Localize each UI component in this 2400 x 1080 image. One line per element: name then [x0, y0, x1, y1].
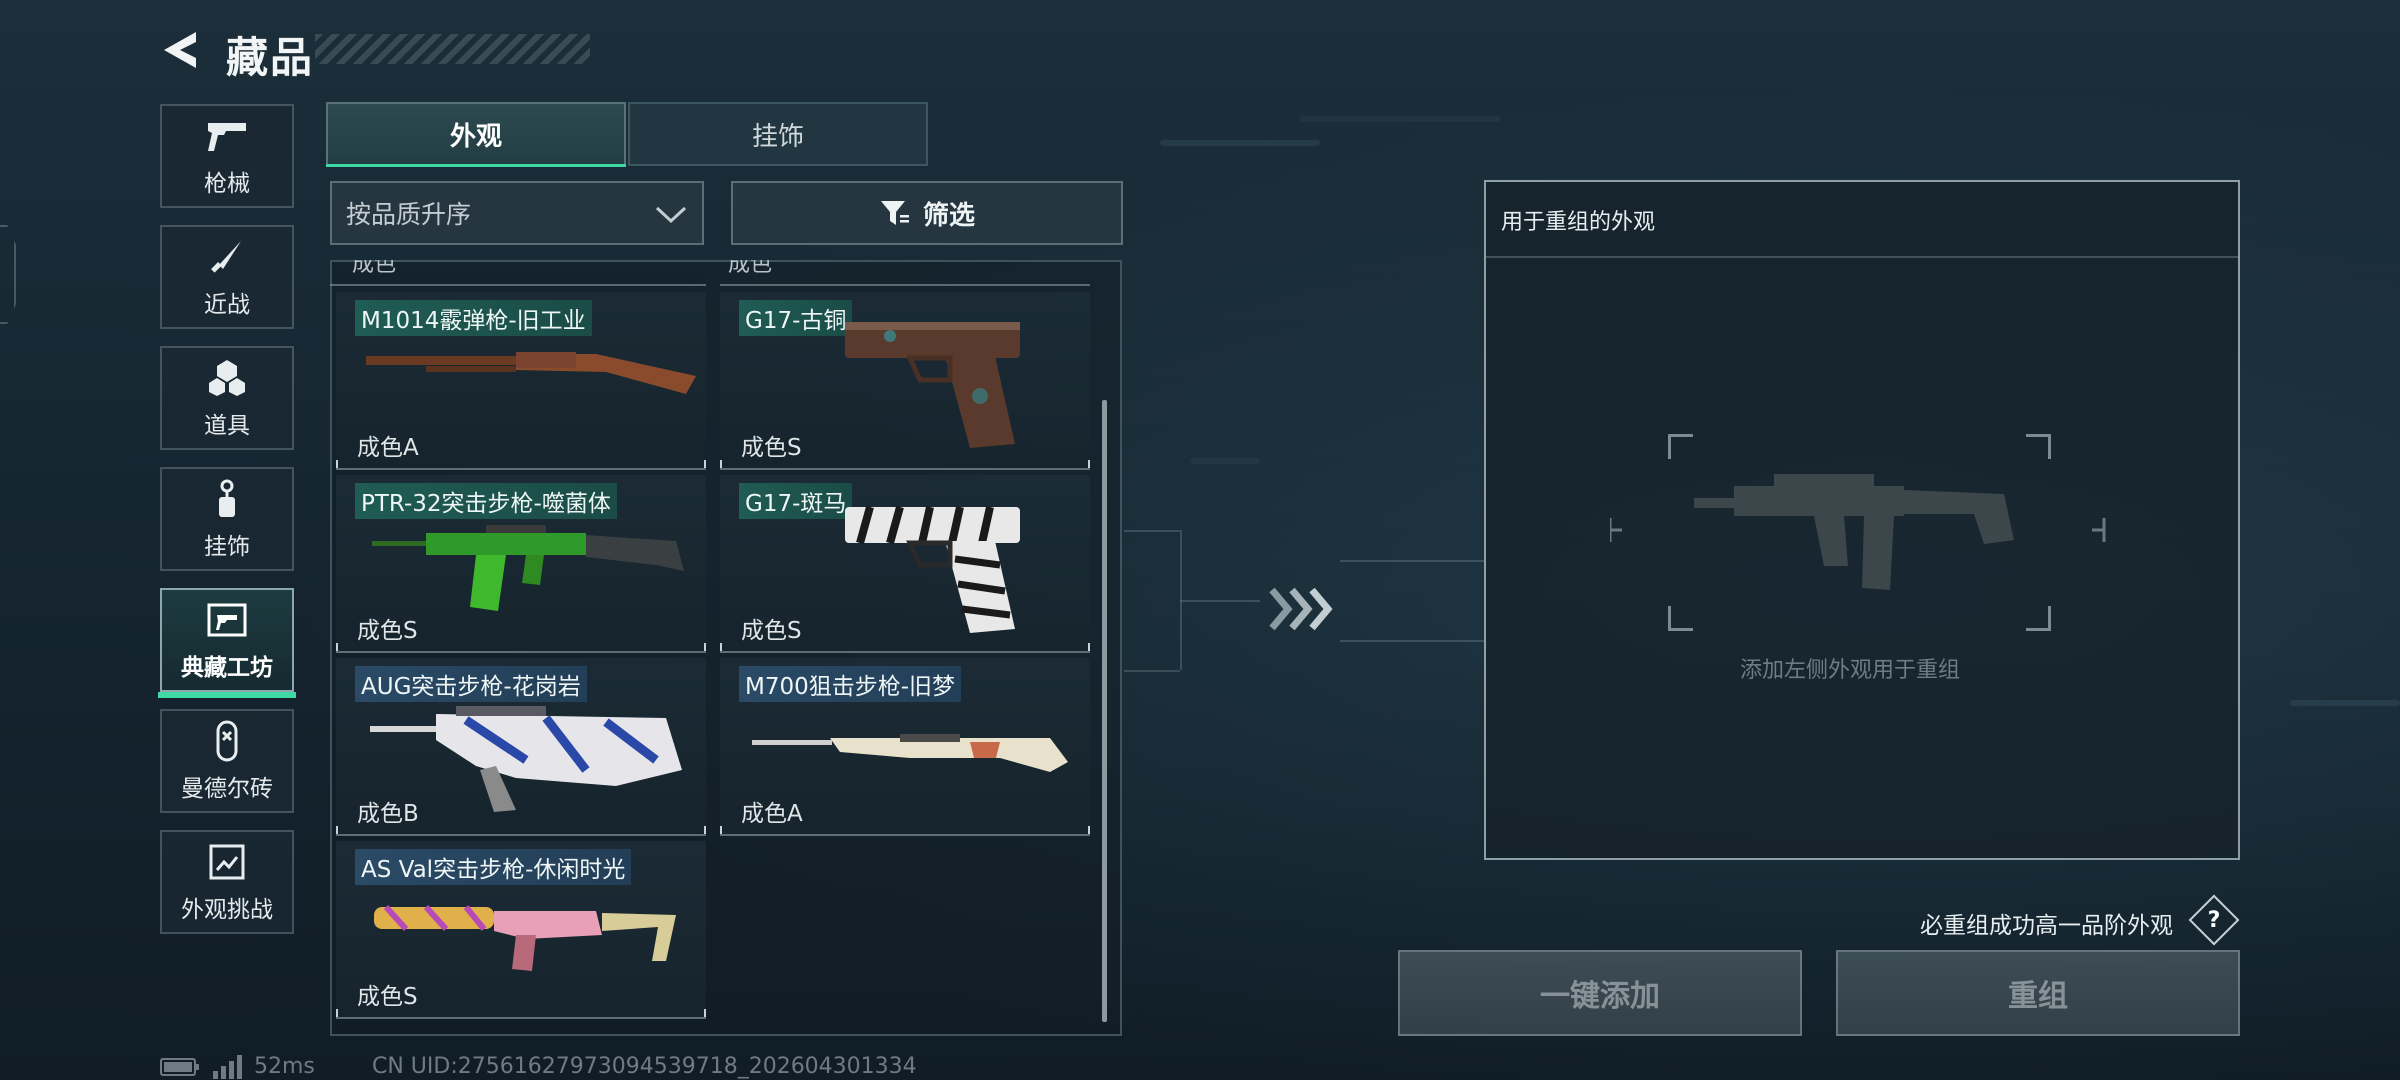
category-workshop[interactable]: 典藏工坊: [160, 588, 294, 692]
frame-corner: [2026, 434, 2051, 459]
category-firearms[interactable]: 枪械: [160, 104, 294, 208]
connector-line: [1124, 670, 1180, 672]
active-tab-indicator: [326, 164, 626, 167]
filter-button[interactable]: 筛选: [731, 181, 1123, 245]
guarantee-text: 必重组成功高一品阶外观: [1920, 913, 2173, 939]
frame-side-marker: [2092, 518, 2106, 542]
bg-texture: [1160, 140, 1320, 146]
card-corner-tick: [704, 643, 706, 651]
partial-row-text: 成色S: [352, 260, 397, 277]
category-items[interactable]: 道具: [160, 346, 294, 450]
card-corner-tick: [336, 1009, 338, 1017]
panel-divider: [1484, 256, 2240, 258]
active-category-indicator: [158, 692, 296, 698]
connector-line: [1340, 640, 1484, 642]
skin-card[interactable]: M700狙击步枪-旧梦 成色A: [720, 658, 1090, 836]
card-corner-tick: [336, 643, 338, 651]
connector-line: [1124, 530, 1180, 532]
category-melee[interactable]: 近战: [160, 225, 294, 329]
reforge-panel-title: 用于重组的外观: [1501, 210, 1656, 235]
shotgun-image: [366, 352, 696, 394]
skin-card[interactable]: AUG突击步枪-花岗岩 成色B: [336, 658, 706, 836]
card-corner-tick: [720, 826, 722, 834]
triple-chevron-right-icon: [1269, 587, 1333, 631]
frame-corner: [2026, 606, 2051, 631]
chevron-down-icon: [655, 206, 687, 224]
skin-card[interactable]: G17-斑马 成色S: [720, 475, 1090, 653]
tab-pendants[interactable]: 挂饰: [628, 102, 928, 166]
category-skin-challenge[interactable]: 外观挑战: [160, 830, 294, 934]
filter-icon: [880, 201, 909, 225]
back-button[interactable]: [158, 28, 202, 72]
title-decoration: [315, 34, 590, 64]
sort-dropdown[interactable]: 按品质升序: [330, 181, 704, 245]
skin-card[interactable]: AS Val突击步枪-休闲时光 成色S: [336, 841, 706, 1019]
partial-row-text: 成色S: [728, 260, 773, 277]
category-mandel-brick[interactable]: 曼德尔砖: [160, 709, 294, 813]
card-corner-tick: [1088, 643, 1090, 651]
signal-icon: [213, 1054, 242, 1079]
knife-icon: [205, 235, 249, 279]
card-corner-tick: [1088, 460, 1090, 468]
challenge-icon: [205, 840, 249, 884]
reforge-empty-hint: 添加左侧外观用于重组: [1740, 658, 1961, 683]
brick-icon: [205, 719, 249, 763]
reforge-button[interactable]: 重组: [1836, 950, 2240, 1036]
bg-texture: [1300, 116, 1500, 122]
latency-text: 52ms: [254, 1054, 315, 1079]
help-button[interactable]: ?: [2188, 894, 2240, 946]
grid-scrollbar[interactable]: [1102, 400, 1107, 1022]
partial-row-divider: [330, 284, 706, 286]
connector-line: [1180, 600, 1260, 602]
edge-decoration: [0, 225, 16, 324]
frame-corner: [1668, 606, 1693, 631]
skin-card[interactable]: M1014霰弹枪-旧工业 成色A: [336, 292, 706, 470]
bg-texture: [1190, 458, 1260, 464]
card-corner-tick: [336, 826, 338, 834]
card-corner-tick: [1088, 826, 1090, 834]
card-corner-tick: [704, 1009, 706, 1017]
uid-text: CN UID:27561627973094539718_202604301334: [372, 1054, 917, 1079]
battery-icon: [160, 1057, 199, 1076]
category-pendants[interactable]: 挂饰: [160, 467, 294, 571]
card-corner-tick: [704, 460, 706, 468]
partial-row-divider: [720, 284, 1090, 286]
bg-texture: [2290, 700, 2400, 706]
page-title: 藏品: [226, 33, 315, 82]
question-icon: ?: [2207, 907, 2221, 933]
connector-line: [1340, 560, 1484, 562]
workshop-icon: [205, 598, 249, 642]
add-all-button[interactable]: 一键添加: [1398, 950, 1802, 1036]
skin-card[interactable]: G17-古铜 成色S: [720, 292, 1090, 470]
card-corner-tick: [720, 460, 722, 468]
skin-card[interactable]: PTR-32突击步枪-噬菌体 成色S: [336, 475, 706, 653]
frame-corner: [1668, 434, 1693, 459]
card-corner-tick: [336, 460, 338, 468]
status-bar: 52ms: [160, 1054, 315, 1079]
pendant-icon: [205, 477, 249, 521]
pistol-icon: [205, 114, 249, 158]
items-icon: [205, 356, 249, 400]
card-corner-tick: [704, 826, 706, 834]
tab-skins[interactable]: 外观: [326, 102, 626, 166]
card-corner-tick: [720, 643, 722, 651]
back-arrow-icon: [164, 32, 196, 68]
rifle-placeholder-icon: [1694, 474, 2014, 590]
